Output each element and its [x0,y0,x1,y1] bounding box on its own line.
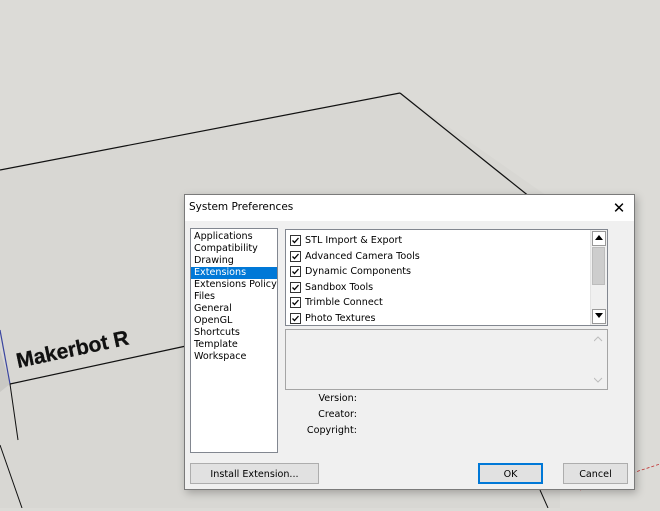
creator-label: Creator: [318,409,357,420]
version-label: Version: [318,393,357,404]
install-extension-button[interactable]: Install Extension... [190,463,319,484]
checkbox[interactable] [290,250,301,262]
checkmark-icon [292,268,299,275]
extension-label: STL Import & Export [305,235,403,246]
extensions-scrollbar[interactable] [590,230,607,325]
copyright-label: Copyright: [306,425,357,436]
category-item-template[interactable]: Template [191,339,277,351]
scroll-up-arrow-icon[interactable] [592,231,606,246]
category-item-general[interactable]: General [191,303,277,315]
scroll-up-arrow-icon[interactable] [594,336,603,342]
scroll-thumb[interactable] [592,247,605,285]
system-preferences-dialog: System Preferences ✕ Applications Compati… [184,194,635,490]
category-item-applications[interactable]: Applications [191,231,277,243]
checkmark-icon [292,315,299,322]
checkbox[interactable] [290,235,301,246]
checkmark-icon [292,299,299,306]
checkbox[interactable] [290,312,301,324]
extension-label: Trimble Connect [305,297,383,309]
checkmark-icon [292,237,299,244]
ok-button[interactable]: OK [478,463,543,484]
extension-label: Photo Textures [305,312,376,324]
category-item-extensions[interactable]: Extensions [191,267,277,279]
extension-item[interactable]: Advanced Camera Tools [286,250,590,266]
extension-label: Sandbox Tools [305,281,374,293]
extension-item[interactable]: Dynamic Components [286,265,590,281]
extension-item[interactable]: STL Import & Export [286,234,590,250]
checkmark-icon [292,284,299,291]
category-item-files[interactable]: Files [191,291,277,303]
extension-label: Dynamic Components [305,266,412,278]
cancel-button[interactable]: Cancel [563,463,628,484]
checkbox[interactable] [290,266,301,278]
extensions-list[interactable]: STL Import & Export Advanced Camera Tools… [285,229,608,326]
extension-item[interactable]: Photo Textures [286,312,590,325]
category-item-compatibility[interactable]: Compatibility [191,243,277,255]
extension-description-box [285,329,608,390]
extension-label: Advanced Camera Tools [305,250,420,262]
category-item-shortcuts[interactable]: Shortcuts [191,327,277,339]
scroll-down-arrow-icon[interactable] [592,309,606,324]
description-scrollbar[interactable] [590,330,607,389]
checkmark-icon [292,253,299,260]
extension-item[interactable]: Sandbox Tools [286,281,590,297]
extension-item[interactable]: Trimble Connect [286,296,590,312]
category-item-workspace[interactable]: Workspace [191,351,277,363]
checkbox[interactable] [290,281,301,293]
dialog-title: System Preferences [189,201,294,213]
category-item-extensions-policy[interactable]: Extensions Policy [191,279,277,291]
category-item-drawing[interactable]: Drawing [191,255,277,267]
dialog-titlebar[interactable]: System Preferences ✕ [185,195,634,221]
category-item-opengl[interactable]: OpenGL [191,315,277,327]
close-icon[interactable]: ✕ [608,197,630,219]
scroll-down-arrow-icon[interactable] [594,377,603,383]
checkbox[interactable] [290,297,301,309]
